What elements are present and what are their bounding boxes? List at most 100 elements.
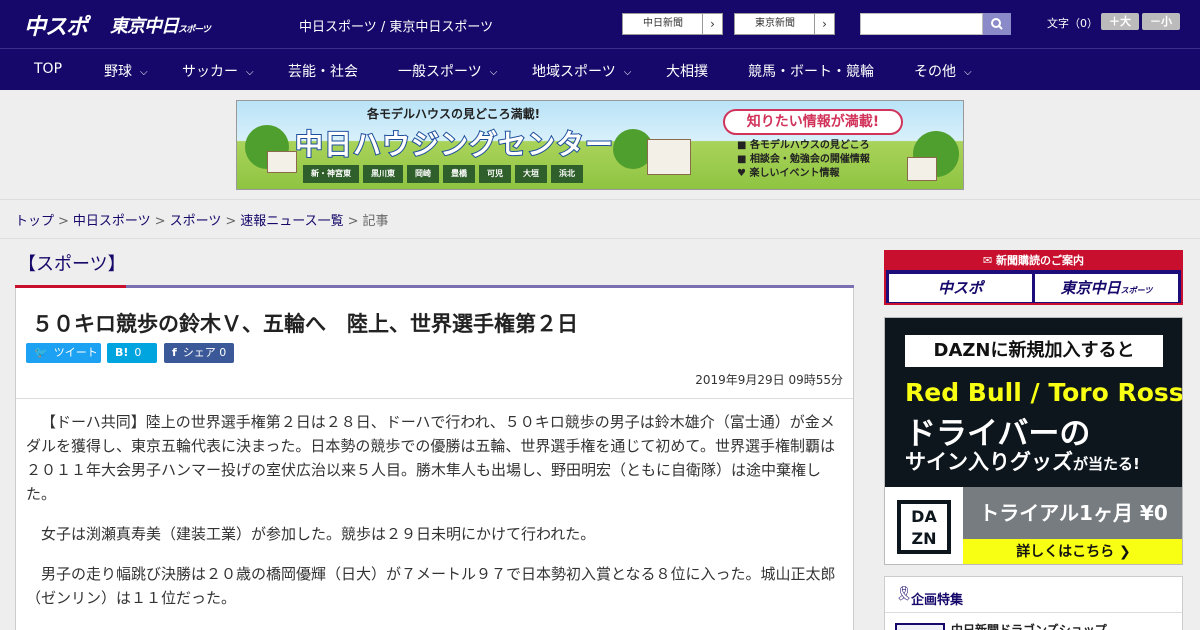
nav-label: 芸能・社会 [288,64,358,80]
font-decrease-button[interactable]: －小 [1142,13,1180,30]
feature-box: 🎗 企画特集 中日新聞ドラゴンズショップ [884,576,1183,630]
nav-item-racing[interactable]: 競馬・ボート・競輪 [748,61,874,81]
nav-item-entertainment[interactable]: 芸能・社会 [288,61,358,81]
chevron-down-icon: ⌵ [964,67,972,78]
banner-list-item: ♥ 楽しいイベント情報 [737,168,840,179]
dazn-team-text: Red Bull / Toro Rosso [905,378,1183,407]
breadcrumb-news-list[interactable]: 速報ニュース一覧 [240,214,343,229]
link-label: 東京新聞 [755,18,795,29]
nav-item-local-sports[interactable]: 地域スポーツ ⌵ [532,61,631,81]
hatena-bookmark-button[interactable]: B! 0 [107,343,157,363]
house-illustration [267,151,297,173]
nav-item-sumo[interactable]: 大相撲 [666,61,708,81]
dazn-top-text: DAZNに新規加入すると [905,335,1163,367]
subscribe-tokyo-chunichi-link[interactable]: 東京中日スポーツ [1035,274,1178,302]
breadcrumb: トップ > 中日スポーツ > スポーツ > 速報ニュース一覧 > 記事 [15,210,389,229]
top-header: 中スポ 東京中日スポーツ 中日スポーツ / 東京中日スポーツ 中日新聞 › 東京… [0,0,1200,48]
nav-label: TOP [34,61,63,77]
search-button[interactable] [983,13,1011,35]
tokyo-shimbun-link[interactable]: 東京新聞 › [734,13,835,35]
article-paragraph: 男子の走り幅跳び決勝は２０歳の橋岡優輝（日大）が７メートル９７で日本勢初入賞とな… [26,565,836,607]
chevron-right-icon: › [702,14,722,34]
house-illustration [647,139,691,175]
banner-list: ■ 各モデルハウスの見どころ ■ 相談会・勉強会の開催情報 ♥ 楽しいイベント情… [737,139,870,181]
chevron-right-icon: › [814,14,834,34]
nav-label: 競馬・ボート・競輪 [748,64,874,80]
font-size-label: 文字（0） [1047,17,1098,30]
nav-item-top[interactable]: TOP [34,61,62,77]
link-label: 中日新聞 [643,18,683,29]
nav-item-others[interactable]: その他 ⌵ [914,61,972,81]
article-date: 2019年9月29日 09時55分 [695,373,843,387]
chevron-down-icon: ⌵ [246,67,254,78]
site-title: 中日スポーツ / 東京中日スポーツ [299,20,494,35]
nav-label: 地域スポーツ [532,64,616,80]
article: ５０キロ競歩の鈴木Ｖ、五輪へ 陸上、世界選手権第２日 🐦 ツイート B! 0 f シェ… [15,288,854,630]
dazn-ad[interactable]: DAZNに新規加入すると Red Bull / Toro Rosso ドライバー… [884,317,1183,565]
facebook-label: シェア [182,346,216,359]
nav-label: 野球 [104,64,132,80]
dazn-trial-text: トライアル1ヶ月 ¥0 [963,487,1182,539]
chevron-down-icon: ⌵ [489,67,498,78]
tweet-label: ツイート [53,346,98,359]
search-icon [991,18,1003,30]
breadcrumb-separator: > [58,214,69,229]
font-increase-button[interactable]: ＋大 [1101,13,1139,30]
breadcrumb-separator: > [225,214,237,229]
banner-list-text: 相談会・勉強会の開催情報 [749,154,870,165]
tokyo-chunichi-logo[interactable]: 東京中日スポーツ [110,12,211,38]
location-tag: 浜北 [551,165,583,183]
dazn-logo: DA ZN [897,500,951,554]
location-tag: 大垣 [515,165,547,183]
banner-area: 各モデルハウスの見どころ満載! 中日ハウジングセンター 知りたい情報が満載! ■… [0,90,1200,200]
feature-thumbnail[interactable] [895,623,945,630]
house-illustration [907,157,937,181]
nav-label: 大相撲 [666,64,708,80]
breadcrumb-current: 記事 [362,214,389,229]
banner-top-text: 各モデルハウスの見どころ満載! [367,107,541,121]
nav-item-baseball[interactable]: 野球 ⌵ [104,61,148,81]
banner-main-text: 中日ハウジングセンター [294,127,615,162]
nav-label: 一般スポーツ [398,64,482,80]
search-input[interactable] [860,13,983,35]
feature-item-link[interactable]: 中日新聞ドラゴンズショップ [951,621,1107,630]
nav-label: サッカー [182,64,238,80]
breadcrumb-top[interactable]: トップ [15,214,54,229]
subscription-box: ✉ 新聞購読のご案内 中スポ 東京中日スポーツ [884,250,1183,305]
subscribe-tokyo-text: 東京中日 [1060,279,1121,297]
dazn-logo-line2: ZN [911,529,937,548]
housing-center-ad-banner[interactable]: 各モデルハウスの見どころ満載! 中日ハウジングセンター 知りたい情報が満載! ■… [236,100,964,190]
subscription-heading: ✉ 新聞購読のご案内 [886,252,1181,270]
banner-list-text: 各モデルハウスの見どころ [749,140,870,151]
dazn-logo-line1: DA [911,507,937,526]
breadcrumb-sports[interactable]: スポーツ [170,214,222,229]
hatena-icon: B! [115,346,129,359]
tweet-button[interactable]: 🐦 ツイート [26,343,101,363]
banner-list-item: ■ 各モデルハウスの見どころ [737,140,870,151]
ribbon-icon: 🎗 [895,586,913,602]
chevron-down-icon: ⌵ [140,67,148,78]
nav-label: その他 [914,64,956,80]
twitter-icon: 🐦 [34,346,48,359]
location-tag: 可児 [479,165,511,183]
dazn-cta-button[interactable]: 詳しくはこちら ❯ [963,539,1182,564]
nav-item-general-sports[interactable]: 一般スポーツ ⌵ [398,61,497,81]
feature-header: 🎗 企画特集 [885,577,1182,613]
nav-item-soccer[interactable]: サッカー ⌵ [182,61,254,81]
facebook-share-button[interactable]: f シェア 0 [164,343,234,363]
subscribe-chuspo-link[interactable]: 中スポ [889,274,1032,302]
hatena-count: 0 [134,346,142,359]
location-tag: 豊橋 [443,165,475,183]
chuspo-logo[interactable]: 中スポ [24,9,88,41]
feature-title: 企画特集 [911,593,964,608]
chunichi-shimbun-link[interactable]: 中日新聞 › [622,13,723,35]
banner-bubble: 知りたい情報が満載! [723,109,903,135]
article-body: 【ドーハ共同】陸上の世界選手権第２日は２８日、ドーハで行われ、５０キロ競歩の男子… [26,410,843,626]
location-tag: 岡崎 [407,165,439,183]
breadcrumb-separator: > [154,214,166,229]
subscription-heading-text: 新聞購読のご案内 [996,254,1085,267]
dazn-sign-text: サイン入りグッズが当たる! [905,446,1140,476]
breadcrumb-chunichi-sports[interactable]: 中日スポーツ [73,214,151,229]
dazn-sign-main: サイン入りグッズ [905,450,1073,474]
location-tag: 新・神宮東 [303,165,359,183]
